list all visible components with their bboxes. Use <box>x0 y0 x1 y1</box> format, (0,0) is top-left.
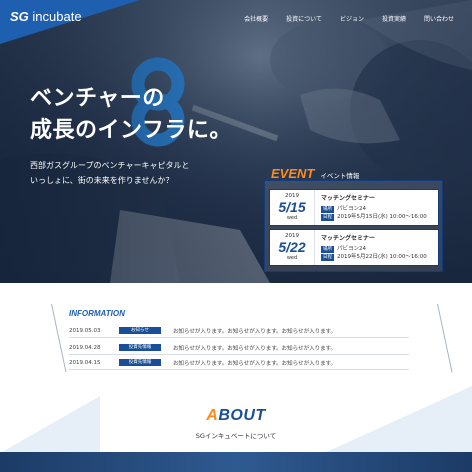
news-date: 2019.05.03 <box>69 327 101 334</box>
news-row[interactable]: 2019.05.03 お知らせ お知らせが入ります。お知らせが入ります。お知らせ… <box>69 324 409 338</box>
site-logo[interactable]: SG incubate <box>10 9 82 24</box>
event-weekday: wed <box>286 215 298 221</box>
logo-mark: SG <box>10 9 29 24</box>
info-divider-right <box>437 303 453 373</box>
event-name: マッチングセミナー <box>321 195 376 202</box>
event-panel: 2019 5/15 wed マッチングセミナー 場所 パビヨン24 日程 201… <box>264 180 443 272</box>
about-title-accent: A <box>206 407 219 424</box>
news-date: 2019.04.15 <box>69 359 101 366</box>
nav-item-company[interactable]: 会社概要 <box>244 14 268 23</box>
news-row[interactable]: 2019.04.15 投資先情報 お知らせが入ります。お知らせが入ります。お知ら… <box>69 356 409 370</box>
news-text: お知らせが入ります。お知らせが入ります。お知らせが入ります。 <box>173 345 337 352</box>
news-text: お知らせが入ります。お知らせが入ります。お知らせが入ります。 <box>173 360 337 367</box>
news-text: お知らせが入ります。お知らせが入ります。お知らせが入ります。 <box>173 328 337 335</box>
place-tag: 場所 <box>321 205 334 213</box>
event-day: 5/22 <box>278 239 306 255</box>
event-when: 2019年5月22日(水) 10:00～16:00 <box>337 254 427 260</box>
nav-item-vision[interactable]: ビジョン <box>340 14 364 23</box>
information-title: INFORMATION <box>69 309 125 318</box>
main-nav: 会社概要 投資について ビジョン 投資実績 問い合わせ <box>244 14 454 23</box>
event-place: パビヨン24 <box>337 246 366 252</box>
event-day: 5/15 <box>278 199 306 215</box>
news-row[interactable]: 2019.04.28 投資先情報 お知らせが入ります。お知らせが入ります。お知ら… <box>69 341 409 355</box>
headline-line-2: 成長のインフラに。 <box>30 118 232 143</box>
information-section: INFORMATION 2019.05.03 お知らせ お知らせが入ります。お知… <box>45 303 453 373</box>
event-title: EVENT <box>271 166 315 181</box>
event-subtitle: イベント情報 <box>320 172 360 180</box>
event-weekday: wed <box>286 255 298 261</box>
event-place-row: 場所 パビヨン24 <box>321 205 427 213</box>
event-date-row: 日程 2019年5月15日(水) 10:00～16:00 <box>321 213 427 221</box>
date-tag: 日程 <box>321 253 334 261</box>
date-tag: 日程 <box>321 213 334 221</box>
logo-text: incubate <box>28 9 82 24</box>
event-heading: EVENT イベント情報 <box>271 166 359 181</box>
subcopy-line-2: いっしょに、街の未来を作りませんか？ <box>30 176 174 185</box>
headline-line-1: ベンチャーの <box>30 86 165 111</box>
event-info: マッチングセミナー 場所 パビヨン24 日程 2019年5月22日(水) 10:… <box>315 230 427 265</box>
event-info: マッチングセミナー 場所 パビヨン24 日程 2019年5月15日(水) 10:… <box>315 190 427 225</box>
event-card[interactable]: 2019 5/15 wed マッチングセミナー 場所 パビヨン24 日程 201… <box>269 189 439 226</box>
nav-item-investment[interactable]: 投資について <box>286 14 322 23</box>
event-place-row: 場所 パビヨン24 <box>321 245 427 253</box>
event-date: 2019 5/15 wed <box>270 190 315 225</box>
nav-item-contact[interactable]: 問い合わせ <box>424 14 454 23</box>
news-category: 投資先情報 <box>119 344 161 351</box>
event-place: パビヨン24 <box>337 206 366 212</box>
news-date: 2019.04.28 <box>69 344 101 351</box>
news-category: お知らせ <box>119 327 161 334</box>
event-date: 2019 5/22 wed <box>270 230 315 265</box>
subcopy-line-1: 西部ガスグループのベンチャーキャピタルと <box>30 161 190 170</box>
hero-headline: ベンチャーの 成長のインフラに。 <box>30 83 232 147</box>
event-card[interactable]: 2019 5/22 wed マッチングセミナー 場所 パビヨン24 日程 201… <box>269 229 439 266</box>
news-category: 投資先情報 <box>119 359 161 366</box>
hero-subcopy: 西部ガスグループのベンチャーキャピタルと いっしょに、街の未来を作りませんか？ <box>30 158 189 188</box>
event-name: マッチングセミナー <box>321 235 376 242</box>
event-when: 2019年5月15日(水) 10:00～16:00 <box>337 214 427 220</box>
about-image-strip <box>0 452 472 472</box>
about-title-rest: BOUT <box>218 407 266 424</box>
hero-section: SG incubate 会社概要 投資について ビジョン 投資実績 問い合わせ … <box>0 0 472 283</box>
about-title: ABOUT <box>0 407 472 425</box>
info-divider-left <box>51 303 67 373</box>
event-date-row: 日程 2019年5月22日(水) 10:00～16:00 <box>321 253 427 261</box>
nav-item-portfolio[interactable]: 投資実績 <box>382 14 406 23</box>
place-tag: 場所 <box>321 245 334 253</box>
about-subtitle: SGインキュベートについて <box>195 432 277 440</box>
